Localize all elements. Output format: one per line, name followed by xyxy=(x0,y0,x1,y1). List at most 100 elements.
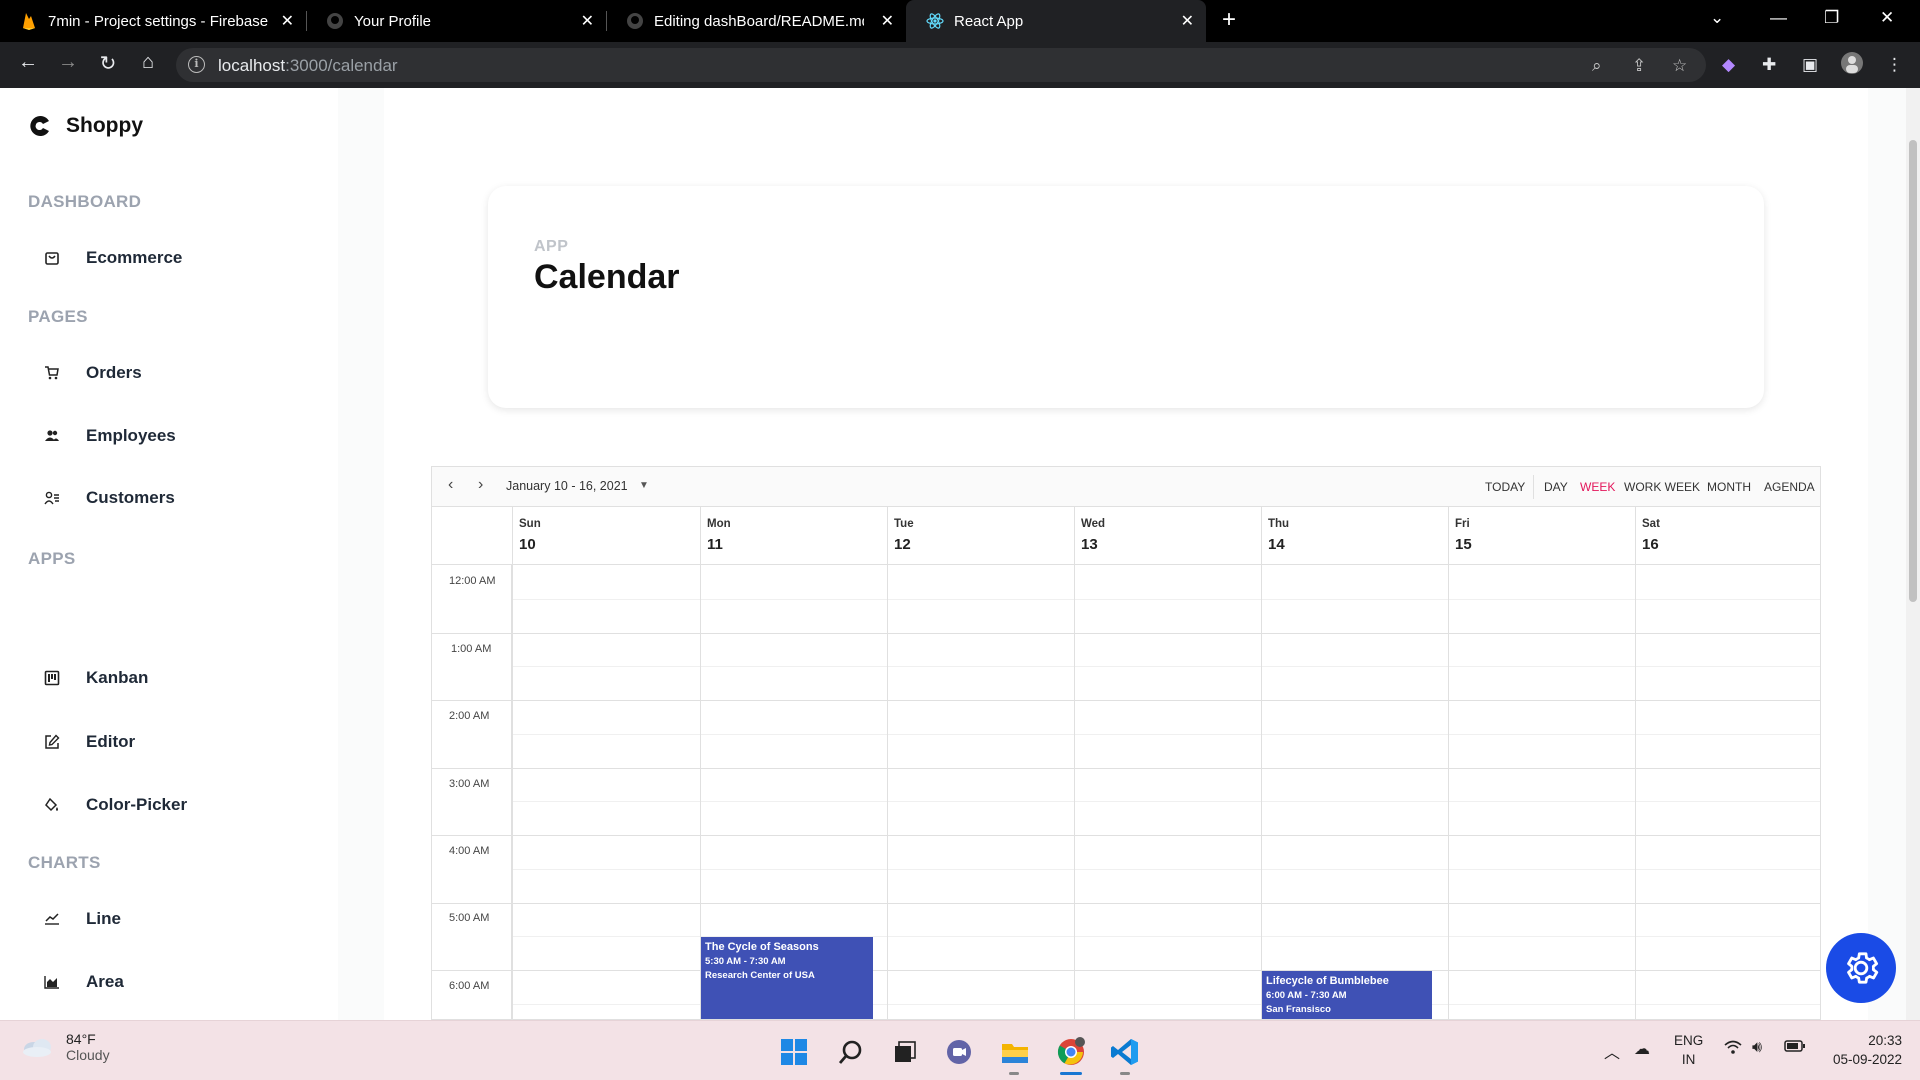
chrome-icon[interactable] xyxy=(1054,1035,1088,1069)
address-bar[interactable]: i localhost:3000/calendar ⌕ ⇪ ☆ xyxy=(176,48,1706,82)
calendar-event[interactable]: The Cycle of Seasons 5:30 AM - 7:30 AM R… xyxy=(701,937,873,1019)
shopping-bag-icon xyxy=(42,248,62,268)
day-header-tue[interactable]: Tue 12 xyxy=(887,507,1074,565)
github-icon xyxy=(626,12,644,30)
view-week-button[interactable]: WEEK xyxy=(1580,480,1615,494)
sidebar-item-ecommerce[interactable]: Ecommerce xyxy=(42,248,182,268)
puzzle-extensions-icon[interactable]: ✚ xyxy=(1762,55,1776,75)
line-chart-icon xyxy=(42,909,62,929)
side-panel-icon[interactable]: ▣ xyxy=(1802,55,1818,75)
calendar-scheduler: ‹ › January 10 - 16, 2021 ▼ TODAY DAY WE… xyxy=(431,466,1821,1020)
battery-icon[interactable] xyxy=(1784,1039,1806,1058)
sidebar-item-kanban[interactable]: Kanban xyxy=(42,668,148,688)
close-tab-icon[interactable]: ✕ xyxy=(881,11,894,31)
bookmark-star-icon[interactable]: ☆ xyxy=(1672,56,1687,76)
browser-tab-react-app[interactable]: React App ✕ xyxy=(906,0,1206,42)
day-header-sun[interactable]: Sun 10 xyxy=(512,507,700,565)
sidebar-item-orders[interactable]: Orders xyxy=(42,363,142,383)
brand-name: Shoppy xyxy=(66,114,143,137)
teams-chat-icon[interactable] xyxy=(942,1035,976,1069)
browser-tab-firebase[interactable]: 7min - Project settings - Firebase ✕ xyxy=(0,0,306,42)
home-icon[interactable]: ⌂ xyxy=(134,51,162,74)
scrollbar-thumb[interactable] xyxy=(1909,140,1917,602)
search-icon[interactable] xyxy=(834,1035,868,1069)
sidebar-item-area[interactable]: Area xyxy=(42,972,124,992)
restore-icon[interactable]: ❐ xyxy=(1824,8,1839,28)
back-icon[interactable]: ← xyxy=(14,51,42,74)
share-icon[interactable]: ⇪ xyxy=(1632,56,1646,76)
date-range-picker[interactable]: January 10 - 16, 2021 xyxy=(506,479,628,493)
chevron-down-icon[interactable]: ▼ xyxy=(639,480,649,491)
browser-tab-readme[interactable]: Editing dashBoard/README.md at ✕ xyxy=(606,0,906,42)
system-clock[interactable]: 20:33 05-09-2022 xyxy=(1818,1031,1902,1069)
gear-icon xyxy=(1847,952,1879,984)
day-header-thu[interactable]: Thu 14 xyxy=(1261,507,1448,565)
sidebar-item-line[interactable]: Line xyxy=(42,909,121,929)
page-header-card: App Calendar xyxy=(488,186,1764,408)
cloud-icon xyxy=(23,1039,51,1057)
menu-kebab-icon[interactable]: ⋮ xyxy=(1886,55,1903,75)
customers-icon xyxy=(42,488,62,508)
section-pages: PAGES xyxy=(28,307,88,326)
close-window-icon[interactable]: ✕ xyxy=(1880,8,1894,28)
weather-widget[interactable]: 84°F Cloudy xyxy=(20,1031,110,1063)
page-scrollbar[interactable] xyxy=(1906,88,1920,1020)
windows-taskbar: 84°F Cloudy ︿ ☁ ENG IN 🔊︎ 20:33 05-09-20… xyxy=(0,1020,1920,1080)
zoom-icon[interactable]: ⌕ xyxy=(1592,56,1602,76)
extension-icon[interactable]: ◆ xyxy=(1722,55,1735,75)
day-header-fri[interactable]: Fri 15 xyxy=(1448,507,1635,565)
tab-search-icon[interactable]: ⌄ xyxy=(1710,8,1724,28)
day-header-sat[interactable]: Sat 16 xyxy=(1635,507,1820,565)
next-week-icon[interactable]: › xyxy=(478,476,483,494)
view-today-button[interactable]: TODAY xyxy=(1485,480,1525,494)
close-tab-icon[interactable]: ✕ xyxy=(581,11,594,31)
area-chart-icon xyxy=(42,972,62,992)
file-explorer-icon[interactable] xyxy=(998,1035,1032,1069)
tray-chevron-up-icon[interactable]: ︿ xyxy=(1604,1039,1620,1063)
close-tab-icon[interactable]: ✕ xyxy=(281,11,294,31)
shoppy-logo-icon xyxy=(30,116,49,136)
input-language-indicator[interactable]: ENG IN xyxy=(1674,1031,1703,1069)
view-month-button[interactable]: MONTH xyxy=(1707,480,1751,494)
time-label: 2:00 AM xyxy=(449,710,490,722)
settings-button[interactable] xyxy=(1826,933,1896,1003)
section-apps: APPS xyxy=(28,549,76,568)
calendar-grid[interactable]: The Cycle of Seasons 5:30 AM - 7:30 AM R… xyxy=(512,565,1820,1019)
wifi-icon[interactable] xyxy=(1724,1039,1742,1060)
reload-icon[interactable]: ↻ xyxy=(94,51,122,76)
browser-tab-profile[interactable]: Your Profile ✕ xyxy=(306,0,606,42)
brand-logo[interactable]: Shoppy xyxy=(28,114,143,138)
github-icon xyxy=(326,12,344,30)
calendar-event[interactable]: Lifecycle of Bumblebee 6:00 AM - 7:30 AM… xyxy=(1262,971,1432,1019)
day-header-mon[interactable]: Mon 11 xyxy=(700,507,887,565)
edit-icon xyxy=(42,732,62,752)
start-icon[interactable] xyxy=(777,1035,811,1069)
day-header-wed[interactable]: Wed 13 xyxy=(1074,507,1261,565)
url-text[interactable]: localhost:3000/calendar xyxy=(218,56,398,76)
minimize-icon[interactable]: — xyxy=(1770,8,1787,28)
sidebar-item-employees[interactable]: Employees xyxy=(42,426,176,446)
view-work-week-button[interactable]: WORK WEEK xyxy=(1624,480,1700,494)
close-tab-icon[interactable]: ✕ xyxy=(1181,11,1194,31)
section-dashboard: DASHBOARD xyxy=(28,192,142,211)
time-label: 1:00 AM xyxy=(451,643,492,655)
new-tab-icon[interactable]: + xyxy=(1222,6,1236,34)
task-view-icon[interactable] xyxy=(888,1035,922,1069)
volume-icon[interactable]: 🔊︎ xyxy=(1752,1039,1762,1057)
sidebar-item-customers[interactable]: Customers xyxy=(42,488,175,508)
time-label: 4:00 AM xyxy=(449,845,490,857)
onedrive-icon[interactable]: ☁ xyxy=(1634,1039,1650,1059)
sidebar-item-color-picker[interactable]: Color-Picker xyxy=(42,795,187,815)
kanban-icon xyxy=(42,668,62,688)
cart-icon xyxy=(42,363,62,383)
sidebar-item-editor[interactable]: Editor xyxy=(42,732,135,752)
forward-icon[interactable]: → xyxy=(54,51,82,74)
firebase-icon xyxy=(20,12,38,30)
vscode-icon[interactable] xyxy=(1108,1035,1142,1069)
previous-week-icon[interactable]: ‹ xyxy=(448,476,453,494)
view-agenda-button[interactable]: AGENDA xyxy=(1764,480,1815,494)
view-day-button[interactable]: DAY xyxy=(1544,480,1568,494)
profile-avatar[interactable] xyxy=(1840,51,1864,80)
site-info-icon[interactable]: i xyxy=(188,56,205,73)
calendar-toolbar: ‹ › January 10 - 16, 2021 ▼ TODAY DAY WE… xyxy=(432,467,1820,507)
